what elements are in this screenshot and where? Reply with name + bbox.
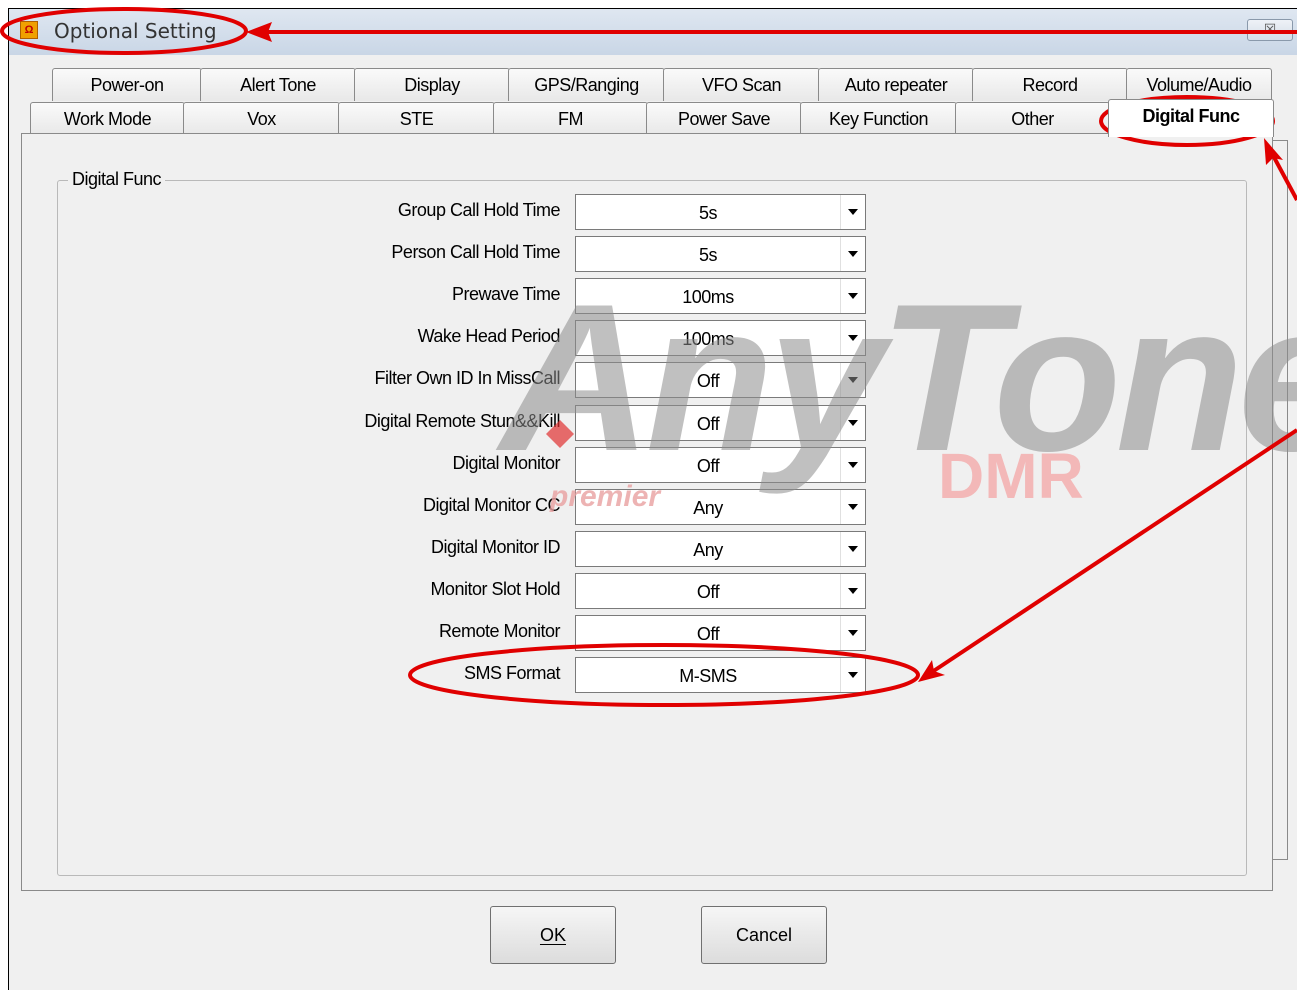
select-value: Any bbox=[693, 498, 723, 518]
label-digital-monitor-cc: Digital Monitor CC bbox=[422, 495, 561, 515]
tab-gps-ranging[interactable]: GPS/Ranging bbox=[508, 68, 665, 101]
dropdown-arrow-icon[interactable] bbox=[840, 616, 865, 650]
window-title: Optional Setting bbox=[54, 19, 217, 43]
select-digital-monitor[interactable]: Off bbox=[575, 447, 866, 483]
tab-auto-repeater[interactable]: Auto repeater bbox=[818, 68, 974, 101]
label-digital-remote-stun-kill: Digital Remote Stun&&Kill bbox=[364, 411, 560, 431]
select-value: Off bbox=[696, 582, 720, 602]
dropdown-arrow-icon[interactable] bbox=[840, 406, 865, 440]
select-sms-format[interactable]: M-SMS bbox=[575, 657, 866, 693]
select-value: M-SMS bbox=[679, 666, 737, 686]
select-wake-head-period[interactable]: 100ms bbox=[575, 320, 866, 356]
label-remote-monitor: Remote Monitor bbox=[438, 621, 561, 641]
select-value: 5s bbox=[698, 203, 718, 223]
select-monitor-slot-hold[interactable]: Off bbox=[575, 573, 866, 609]
group-title: Digital Func bbox=[68, 169, 166, 190]
tab-vox[interactable]: Vox bbox=[183, 102, 340, 135]
label-wake-head-period: Wake Head Period bbox=[417, 326, 561, 346]
tab-alert-tone[interactable]: Alert Tone bbox=[200, 68, 356, 101]
tab-vfo-scan[interactable]: VFO Scan bbox=[663, 68, 820, 101]
dropdown-arrow-icon[interactable] bbox=[840, 321, 865, 355]
select-value: Off bbox=[696, 371, 720, 391]
select-value: Off bbox=[696, 414, 720, 434]
tab-panel-digital-func: Digital Func Group Call Hold Time 5s Perso… bbox=[21, 133, 1273, 891]
tab-record[interactable]: Record bbox=[972, 68, 1128, 101]
select-value: Off bbox=[696, 456, 720, 476]
tab-ste[interactable]: STE bbox=[338, 102, 495, 135]
label-sms-format: SMS Format bbox=[463, 663, 561, 683]
dropdown-arrow-icon[interactable] bbox=[840, 363, 865, 397]
select-remote-monitor[interactable]: Off bbox=[575, 615, 866, 651]
title-bar[interactable]: Ω Optional Setting ☒ bbox=[9, 9, 1297, 55]
select-digital-remote-stun-kill[interactable]: Off bbox=[575, 405, 866, 441]
select-person-call-hold-time[interactable]: 5s bbox=[575, 236, 866, 272]
dropdown-arrow-icon[interactable] bbox=[840, 279, 865, 313]
tab-other[interactable]: Other bbox=[955, 102, 1110, 135]
label-person-call-hold-time: Person Call Hold Time bbox=[391, 242, 560, 262]
select-value: 100ms bbox=[682, 287, 734, 307]
select-digital-monitor-cc[interactable]: Any bbox=[575, 489, 866, 525]
app-icon: Ω bbox=[20, 21, 38, 39]
tab-work-mode[interactable]: Work Mode bbox=[30, 102, 185, 135]
select-digital-monitor-id[interactable]: Any bbox=[575, 531, 866, 567]
label-prewave-time: Prewave Time bbox=[451, 284, 561, 304]
tab-power-on[interactable]: Power-on bbox=[52, 68, 202, 101]
select-value: 5s bbox=[698, 245, 718, 265]
label-digital-monitor-id: Digital Monitor ID bbox=[430, 537, 561, 557]
cancel-button[interactable]: Cancel bbox=[701, 906, 827, 964]
close-button[interactable]: ☒ bbox=[1247, 19, 1293, 41]
dropdown-arrow-icon[interactable] bbox=[840, 237, 865, 271]
tab-display[interactable]: Display bbox=[354, 68, 510, 101]
select-group-call-hold-time[interactable]: 5s bbox=[575, 194, 866, 230]
dropdown-arrow-icon[interactable] bbox=[840, 195, 865, 229]
tab-power-save[interactable]: Power Save bbox=[646, 102, 802, 135]
select-prewave-time[interactable]: 100ms bbox=[575, 278, 866, 314]
dropdown-arrow-icon[interactable] bbox=[840, 574, 865, 608]
dropdown-arrow-icon[interactable] bbox=[840, 658, 865, 692]
select-value: 100ms bbox=[682, 329, 734, 349]
tab-fm[interactable]: FM bbox=[493, 102, 648, 135]
dropdown-arrow-icon[interactable] bbox=[840, 532, 865, 566]
dropdown-arrow-icon[interactable] bbox=[840, 490, 865, 524]
label-filter-own-id-in-misscall: Filter Own ID In MissCall bbox=[374, 368, 560, 388]
dropdown-arrow-icon[interactable] bbox=[840, 448, 865, 482]
select-filter-own-id-in-misscall[interactable]: Off bbox=[575, 362, 866, 398]
select-value: Off bbox=[696, 624, 720, 644]
ok-button[interactable]: OK bbox=[490, 906, 616, 964]
label-monitor-slot-hold: Monitor Slot Hold bbox=[430, 579, 560, 599]
select-value: Any bbox=[693, 540, 723, 560]
tab-digital-func[interactable]: Digital Func bbox=[1108, 99, 1274, 137]
ok-button-label: OK bbox=[539, 925, 566, 945]
label-digital-monitor: Digital Monitor bbox=[452, 453, 560, 473]
cancel-button-label: Cancel bbox=[735, 925, 793, 945]
label-group-call-hold-time: Group Call Hold Time bbox=[397, 200, 561, 220]
tab-volume-audio[interactable]: Volume/Audio bbox=[1126, 68, 1272, 101]
tab-key-function[interactable]: Key Function bbox=[800, 102, 957, 135]
